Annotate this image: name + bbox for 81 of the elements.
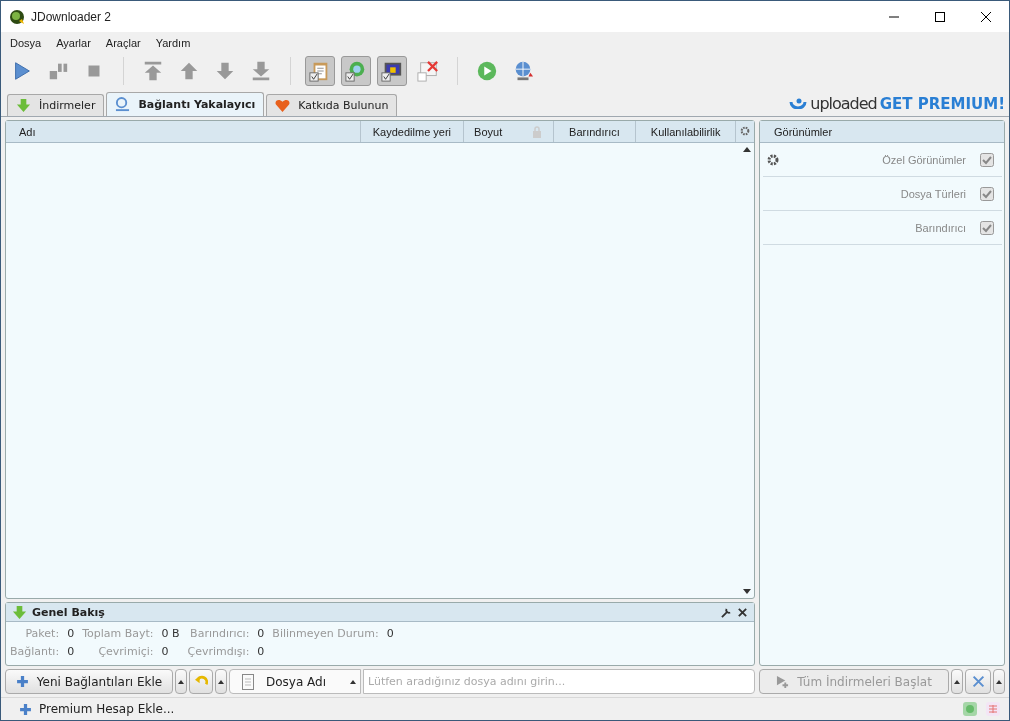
stat-value: 0 — [386, 627, 394, 640]
window-title: JDownloader 2 — [31, 9, 112, 24]
checkbox[interactable] — [980, 220, 994, 235]
scroll-down-icon[interactable] — [743, 589, 751, 594]
dropdown-button[interactable] — [993, 669, 1005, 694]
arrow-to-top-icon — [142, 60, 164, 82]
arrow-up-icon — [178, 60, 200, 82]
toggle-button[interactable] — [341, 56, 371, 86]
caret-up-icon — [218, 679, 224, 684]
caret-up-icon — [350, 679, 356, 684]
brand-name[interactable]: uploaded — [810, 94, 877, 113]
close-icon[interactable] — [737, 606, 748, 618]
stat-label: Paket: — [24, 627, 60, 640]
menu-item[interactable]: Dosya — [10, 37, 42, 49]
dropdown-button[interactable] — [175, 669, 187, 694]
column-header[interactable]: Barındırıcı — [553, 121, 637, 142]
download-arrow-icon — [16, 98, 31, 113]
add-links-button[interactable]: Yeni Bağlantıları Ekle — [5, 669, 173, 694]
panel-title: Görünümler — [774, 125, 833, 138]
filter-label: Barındırıcı — [915, 221, 966, 234]
column-header[interactable]: Adı — [6, 121, 362, 142]
dropdown-button[interactable] — [215, 669, 227, 694]
stat-value: 0 — [161, 645, 170, 658]
heart-icon — [275, 98, 291, 113]
tab[interactable]: Bağlantı Yakalayıcı — [106, 92, 265, 116]
checkbox[interactable] — [980, 152, 994, 167]
menu-item[interactable]: Ayarlar — [56, 37, 91, 49]
get-premium-link[interactable]: GET PREMIUM! — [879, 94, 1005, 113]
arrow-to-bottom-icon — [250, 60, 272, 82]
search-field[interactable]: Lütfen aradığınız dosya adını girin... — [363, 669, 755, 694]
update-play-icon — [476, 60, 498, 82]
arrow-down-icon — [214, 60, 236, 82]
tab[interactable]: İndirmeler — [7, 94, 105, 116]
cloud-logo-icon — [789, 98, 808, 109]
stat-value: 0 — [67, 645, 75, 658]
settings-icon[interactable] — [740, 126, 750, 136]
caret-up-icon — [996, 679, 1002, 684]
stat-label: Çevrimdışı: — [187, 645, 250, 658]
filter-label: Dosya Türleri — [900, 187, 966, 200]
stat-label: Barındırıcı: — [189, 627, 250, 640]
column-header[interactable]: Boyut — [463, 121, 554, 142]
reconnect-icon — [345, 60, 367, 82]
monitor-lock-icon — [381, 60, 403, 82]
stat-value: 0 — [257, 645, 265, 658]
caret-up-icon — [178, 679, 184, 684]
reconnect-status-icon[interactable] — [962, 701, 978, 717]
stat-label: Toplam Bayt: — [82, 627, 154, 640]
toggle-button[interactable] — [305, 56, 335, 86]
download-arrow-icon — [12, 604, 27, 620]
stat-value: 0 — [257, 627, 265, 640]
dropdown-button[interactable] — [951, 669, 963, 694]
tab[interactable]: Katkıda Bulunun — [266, 94, 398, 116]
stat-label: Bilinmeyen Durum: — [272, 627, 379, 640]
toggle-button[interactable] — [377, 56, 407, 86]
sort-field-dropdown[interactable]: Dosya Adı — [229, 669, 361, 694]
sort-field-label: Dosya Adı — [266, 674, 328, 689]
column-header[interactable]: Kullanılabilirlik — [636, 121, 737, 142]
caret-up-icon — [954, 679, 960, 684]
play-plus-icon — [776, 675, 790, 688]
undo-arrow-icon — [194, 675, 208, 688]
plus-icon — [15, 675, 29, 688]
panel-title: Genel Bakış — [32, 605, 106, 619]
checkbox[interactable] — [980, 186, 994, 201]
stat-value: 0 B — [161, 627, 180, 640]
plus-icon — [19, 702, 32, 716]
stat-value: 0 — [67, 627, 75, 640]
premium-account-link[interactable]: Premium Hesap Ekle... — [39, 702, 175, 716]
grid-icon[interactable] — [985, 701, 1001, 717]
settings-icon[interactable] — [767, 153, 779, 166]
window-cross-icon — [417, 60, 439, 82]
document-icon — [242, 673, 254, 690]
column-header[interactable]: Kaydedilme yeri — [361, 121, 464, 142]
scroll-up-icon[interactable] — [743, 147, 751, 152]
stat-label: Bağlantı: — [10, 645, 60, 658]
menu-item[interactable]: Araçlar — [105, 37, 141, 49]
stat-label: Çevrimiçi: — [97, 645, 154, 658]
lock-icon — [532, 125, 543, 138]
wrench-icon[interactable] — [721, 606, 732, 618]
app-logo-icon — [9, 8, 25, 25]
filter-label: Özel Görünümler — [882, 153, 966, 166]
menu-item[interactable]: Yardım — [155, 37, 191, 49]
